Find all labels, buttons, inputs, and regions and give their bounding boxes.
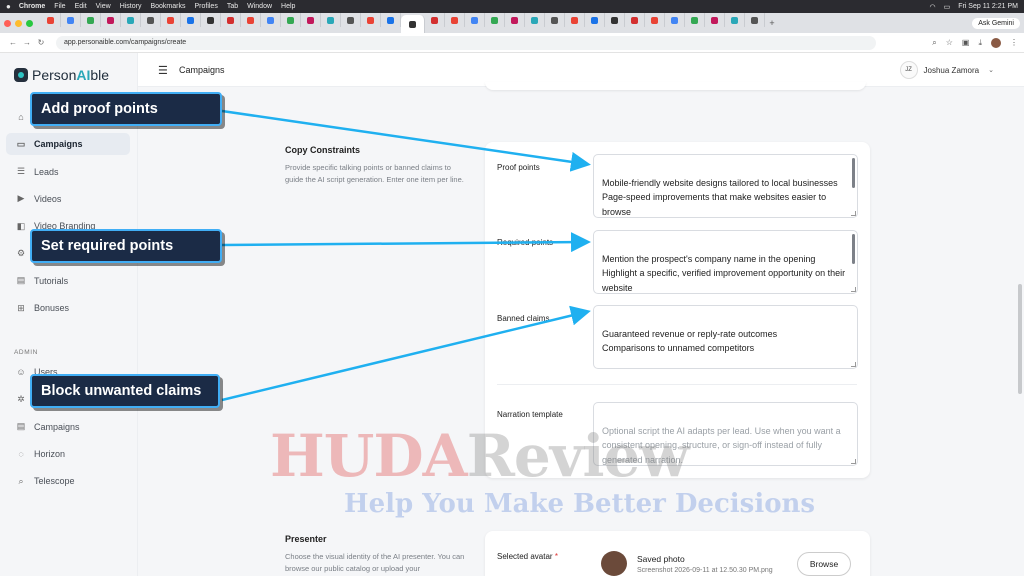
arrow-to-required-points: [221, 232, 591, 253]
callout-banned-claims: Block unwanted claims: [30, 374, 220, 408]
callout-proof-points: Add proof points: [30, 92, 222, 126]
arrow-to-banned-claims: [221, 305, 591, 402]
arrow-to-proof-points: [221, 109, 591, 172]
callout-required-points: Set required points: [30, 229, 222, 263]
annotation-arrows: [221, 109, 591, 402]
